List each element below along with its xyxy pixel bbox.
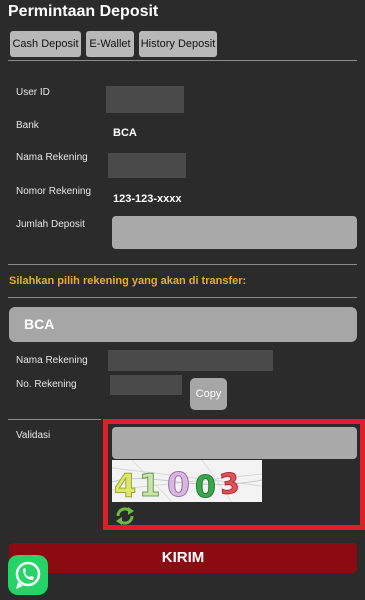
- svg-text:1: 1: [139, 468, 161, 502]
- amount-label: Jumlah Deposit: [16, 219, 85, 230]
- bank-value: BCA: [113, 127, 137, 139]
- destination-bank-selector[interactable]: BCA: [9, 307, 357, 342]
- account-number-value: 123-123-xxxx: [113, 193, 182, 205]
- destination-account-number-value: [110, 375, 182, 395]
- captcha-graphic: 4 1 0 0 3: [112, 460, 262, 502]
- svg-text:4: 4: [114, 467, 136, 502]
- account-name-label: Nama Rekening: [16, 152, 88, 163]
- copy-button[interactable]: Copy: [190, 378, 227, 410]
- destination-account-number-label: No. Rekening: [16, 379, 77, 390]
- divider: [8, 60, 357, 61]
- tab-e-wallet[interactable]: E-Wallet: [86, 31, 134, 57]
- refresh-icon[interactable]: [114, 506, 136, 526]
- tab-cash-deposit[interactable]: Cash Deposit: [10, 31, 81, 57]
- destination-account-name-value: [108, 350, 273, 371]
- amount-input[interactable]: [112, 216, 357, 249]
- divider: [8, 264, 357, 265]
- svg-text:3: 3: [218, 466, 241, 501]
- divider: [8, 297, 357, 298]
- refresh-graphic: [116, 507, 134, 525]
- page-title: Permintaan Deposit: [8, 3, 159, 20]
- svg-text:0: 0: [167, 465, 190, 502]
- bank-label: Bank: [16, 120, 39, 131]
- captcha-input[interactable]: [112, 427, 357, 459]
- captcha-image: 4 1 0 0 3: [112, 460, 262, 502]
- whatsapp-graphic: [15, 561, 41, 589]
- account-number-label: Nomor Rekening: [16, 186, 92, 197]
- whatsapp-icon[interactable]: [8, 555, 48, 595]
- validation-label: Validasi: [16, 430, 51, 441]
- tab-history-deposit[interactable]: History Deposit: [139, 31, 217, 57]
- user-id-value: [106, 86, 184, 113]
- instruction-text: Silahkan pilih rekening yang akan di tra…: [9, 275, 247, 287]
- user-id-label: User ID: [16, 87, 50, 98]
- svg-text:0: 0: [195, 470, 216, 502]
- account-name-value: [108, 153, 186, 178]
- destination-bank-name: BCA: [24, 316, 55, 332]
- divider: [8, 419, 101, 420]
- submit-button[interactable]: KIRIM: [9, 543, 357, 573]
- destination-account-name-label: Nama Rekening: [16, 355, 88, 366]
